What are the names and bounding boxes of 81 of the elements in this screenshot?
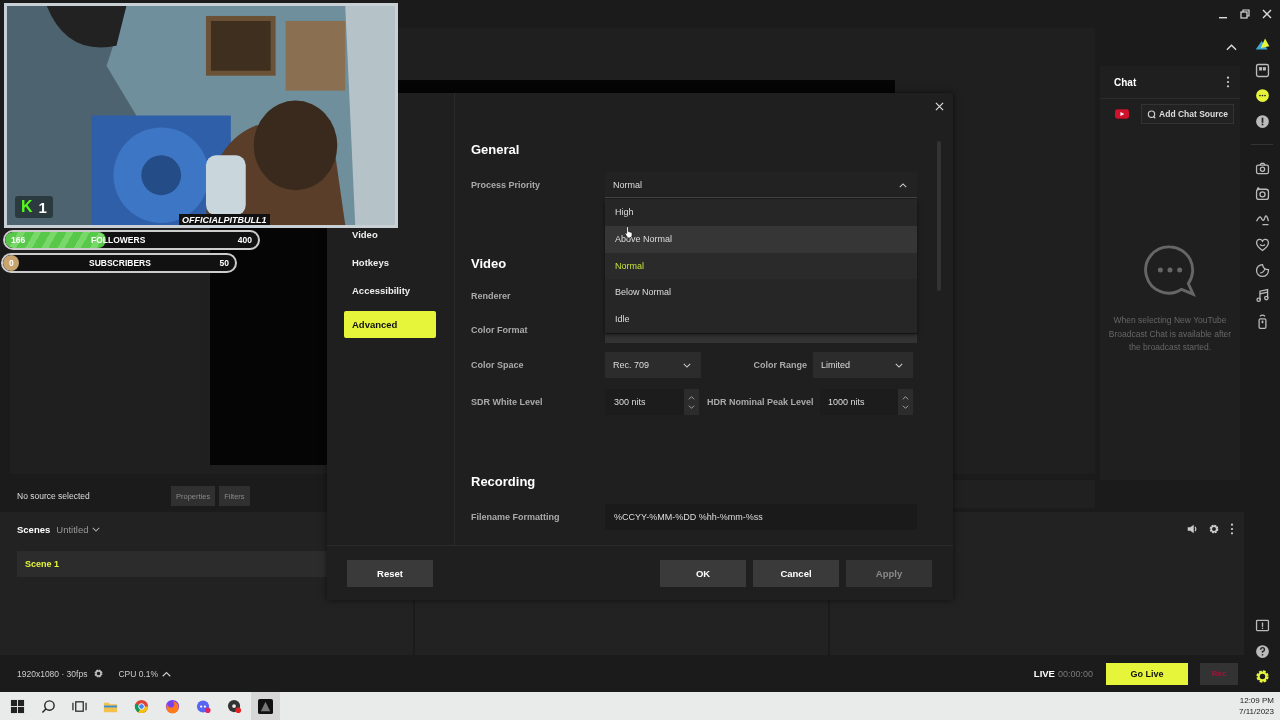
kebab-menu-icon[interactable] bbox=[1226, 76, 1230, 88]
fox-browser-icon[interactable] bbox=[165, 698, 180, 714]
live-label: LIVE bbox=[1033, 668, 1055, 679]
section-title: General bbox=[471, 141, 520, 159]
browser-icon[interactable] bbox=[134, 698, 149, 714]
goal-label: SUBSCRIBERS bbox=[89, 258, 152, 268]
add-chat-source-button[interactable]: Add Chat Source bbox=[1141, 104, 1234, 124]
restore-icon[interactable] bbox=[1240, 9, 1250, 19]
section-title: Recording bbox=[471, 473, 536, 491]
goal-target: 400 bbox=[237, 235, 252, 245]
caret-up-icon[interactable] bbox=[162, 670, 172, 677]
setting-label: SDR White Level bbox=[471, 397, 544, 407]
settings-icon[interactable] bbox=[1253, 668, 1271, 685]
speaker-icon[interactable] bbox=[1186, 523, 1198, 535]
dropdown-option[interactable]: Normal bbox=[605, 252, 917, 280]
settings-icon[interactable] bbox=[1208, 523, 1220, 535]
settings-icon[interactable] bbox=[93, 668, 105, 679]
themes-icon[interactable] bbox=[1253, 36, 1271, 53]
chevron-down-icon bbox=[683, 362, 691, 368]
settings-nav-item[interactable]: Hotkeys bbox=[344, 255, 397, 283]
settings-nav-item[interactable]: Advanced bbox=[344, 311, 436, 338]
chat-app-icon[interactable] bbox=[196, 698, 211, 714]
settings-nav-item[interactable]: Accessibility bbox=[344, 283, 419, 311]
record-app-icon[interactable] bbox=[227, 698, 242, 714]
music-note-icon[interactable] bbox=[1253, 287, 1271, 304]
dialog-button[interactable]: OK bbox=[660, 559, 746, 587]
dropdown-option[interactable]: High bbox=[605, 199, 917, 226]
chevron-down-icon bbox=[899, 182, 907, 188]
reset-button[interactable]: Reset bbox=[347, 559, 433, 587]
source-status: No source selected bbox=[17, 491, 91, 501]
windows-start-icon[interactable] bbox=[10, 698, 25, 714]
chevron-down-icon bbox=[91, 527, 100, 532]
color-format-dropdown[interactable] bbox=[605, 334, 917, 343]
camera-replay-icon[interactable] bbox=[1253, 185, 1271, 202]
alert-icon[interactable] bbox=[1253, 112, 1271, 130]
chat-title: Chat bbox=[1114, 76, 1137, 88]
clock-time: 12:09 PM bbox=[1239, 695, 1274, 706]
setting-label: HDR Nominal Peak Level bbox=[706, 397, 814, 407]
filename-format-field[interactable]: %CCYY-%MM-%DD %hh-%mm-%ss bbox=[605, 504, 917, 530]
setting-label: Color Space bbox=[471, 360, 525, 370]
stream-timer: 00:00:00 bbox=[1057, 668, 1093, 679]
dropdown-option[interactable]: Below Normal bbox=[605, 279, 917, 307]
chat-bubble-icon bbox=[1143, 244, 1197, 298]
goal-current: 0 bbox=[9, 258, 15, 268]
chevron-down-icon bbox=[895, 362, 903, 368]
layout-icon[interactable] bbox=[1253, 61, 1271, 79]
settings-nav-item[interactable]: Video bbox=[344, 227, 386, 255]
go-live-button[interactable]: Go Live bbox=[1106, 662, 1188, 685]
help-icon[interactable] bbox=[1253, 642, 1271, 660]
caret-up-icon[interactable] bbox=[1226, 43, 1237, 51]
kebab-menu-icon[interactable] bbox=[1230, 523, 1234, 535]
setting-label: Process Priority bbox=[471, 180, 542, 190]
channel-name: OFFICIALPITBULL1 bbox=[179, 214, 270, 225]
color-range-dropdown[interactable]: Limited bbox=[813, 352, 913, 378]
dropdown-option[interactable]: Above Normal bbox=[605, 225, 917, 253]
scene-collection-dropdown[interactable]: Untitled bbox=[56, 524, 100, 535]
chat-bubble-icon[interactable] bbox=[1253, 87, 1271, 104]
setting-label: Color Format bbox=[471, 325, 529, 335]
youtube-icon[interactable] bbox=[1115, 109, 1129, 119]
task-view-icon[interactable] bbox=[72, 698, 87, 714]
setting-label: Renderer bbox=[471, 291, 512, 301]
goal-current: 166 bbox=[11, 235, 27, 245]
report-icon[interactable] bbox=[1253, 617, 1271, 634]
dialog-button[interactable]: Cancel bbox=[753, 559, 839, 587]
channel-badge: K 1 bbox=[15, 196, 53, 218]
dropdown-option[interactable]: Idle bbox=[605, 306, 917, 333]
close-icon[interactable] bbox=[935, 102, 944, 111]
sticker-icon[interactable] bbox=[1253, 261, 1271, 279]
heart-smile-icon[interactable] bbox=[1253, 236, 1271, 253]
cpu-usage: CPU 0.1% bbox=[118, 668, 159, 679]
setting-label: Filename Formatting bbox=[471, 512, 561, 522]
setting-label: Color Range bbox=[752, 360, 808, 370]
scenes-title: Scenes bbox=[17, 524, 51, 535]
close-icon[interactable] bbox=[1262, 9, 1272, 19]
clock-date: 7/11/2023 bbox=[1239, 706, 1274, 717]
chat-search-icon bbox=[1147, 109, 1157, 119]
section-title: Video bbox=[471, 255, 507, 273]
goal-target: 50 bbox=[219, 258, 229, 268]
color-space-dropdown[interactable]: Rec. 709 bbox=[605, 352, 701, 378]
search-icon[interactable] bbox=[41, 698, 56, 714]
resolution-fps: 1920x1080 · 30fps bbox=[17, 668, 88, 679]
